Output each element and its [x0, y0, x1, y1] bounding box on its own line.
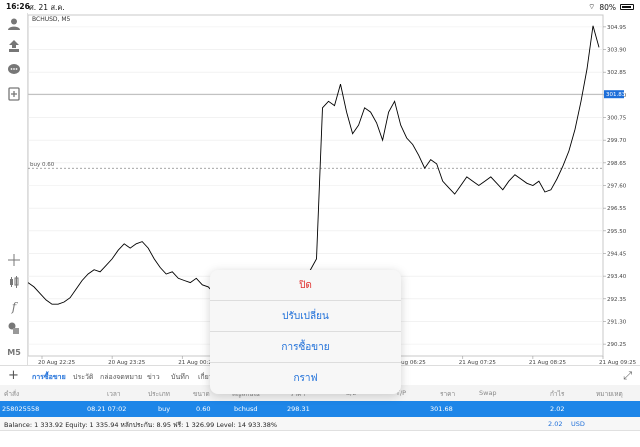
crosshair-icon[interactable]: [6, 253, 22, 269]
y-tick-label: 303.90: [607, 48, 627, 54]
buy-level-label: buy 0.60: [30, 162, 55, 168]
balance-summary: Balance: 1 333.92 Equity: 1 335.94 หลักป…: [4, 421, 278, 429]
user-icon[interactable]: [6, 17, 22, 33]
status-right: ⌔ 80%: [588, 2, 634, 12]
y-tick-label: 304.95: [607, 25, 627, 31]
col-profit: กำไร: [550, 390, 565, 398]
trade-icon[interactable]: [6, 39, 22, 55]
wifi-icon: ⌔: [588, 2, 596, 11]
col-time: เวลา: [107, 390, 121, 398]
battery-icon: [620, 4, 634, 10]
y-tick-label: 298.65: [607, 161, 627, 167]
order-action-popover: ปิด ปรับเปลี่ยน การซื้อขาย กราฟ: [210, 270, 401, 394]
tab-journal[interactable]: บันทึก: [171, 372, 189, 383]
col-order: คำสั่ง: [4, 390, 20, 398]
battery-text: 80%: [599, 2, 616, 12]
timeframe-button[interactable]: M5: [6, 345, 22, 361]
balance-bar: Balance: 1 333.92 Equity: 1 335.94 หลักป…: [0, 417, 640, 431]
modify-order-button[interactable]: ปรับเปลี่ยน: [210, 301, 401, 332]
left-toolbar: f M5: [0, 13, 28, 365]
candles-icon[interactable]: [6, 275, 22, 291]
chat-icon[interactable]: [6, 63, 22, 79]
shapes-icon[interactable]: [6, 321, 22, 337]
tab-news[interactable]: ข่าว: [147, 372, 160, 383]
table-row[interactable]: 258025558 08.21 07:02 buy 0.60 bchusd 29…: [0, 401, 640, 417]
price-series-line: [27, 25, 600, 305]
y-tick-label: 297.60: [607, 184, 627, 190]
y-tick-label: 300.75: [607, 116, 627, 122]
status-time: 16:26: [6, 2, 30, 11]
trade-button[interactable]: การซื้อขาย: [210, 332, 401, 363]
current-price-label: 301.83: [606, 92, 626, 98]
total-profit: 2.02: [548, 420, 563, 428]
col-current-price: ราคา: [440, 390, 456, 398]
y-tick-label: 299.70: [607, 138, 627, 144]
cell-order: 258025558: [2, 405, 40, 413]
cell-type: buy: [158, 405, 171, 413]
y-tick-label: 295.50: [607, 229, 627, 235]
col-type: ประเภท: [148, 390, 170, 398]
function-icon[interactable]: f: [6, 299, 22, 315]
tab-trade[interactable]: การซื้อขาย: [32, 372, 66, 386]
y-tick-label: 302.85: [607, 70, 627, 76]
y-tick-label: 291.30: [607, 319, 627, 325]
cell-symbol: bchusd: [234, 405, 258, 413]
y-tick-label: 294.45: [607, 251, 627, 257]
chart-symbol-label: BCHUSD, M5: [32, 16, 71, 23]
y-tick-label: 296.55: [607, 206, 627, 212]
account-currency: USD: [571, 420, 585, 428]
col-swap: Swap: [479, 389, 497, 397]
y-tick-label: 292.35: [607, 297, 627, 303]
status-bar: 16:26 ศ. 21 ส.ค. ⌔ 80%: [0, 0, 640, 13]
cell-price: 298.31: [287, 405, 310, 413]
cell-profit: 2.02: [550, 405, 565, 413]
col-comment: หมายเหตุ: [596, 390, 623, 398]
y-tick-label: 290.25: [607, 342, 627, 348]
tab-mailbox[interactable]: กล่องจดหมาย: [100, 372, 142, 383]
expand-icon[interactable]: ⤢: [623, 369, 632, 383]
col-volume: ขนาด: [193, 390, 210, 398]
cell-current-price: 301.68: [430, 405, 453, 413]
add-window-icon[interactable]: [6, 87, 22, 103]
y-tick-label: 293.40: [607, 274, 627, 280]
tab-history[interactable]: ประวัติ: [73, 372, 93, 383]
cell-time: 08.21 07:02: [87, 405, 127, 413]
close-order-button[interactable]: ปิด: [210, 270, 401, 301]
add-icon[interactable]: +: [8, 368, 19, 383]
cell-volume: 0.60: [196, 405, 211, 413]
chart-button[interactable]: กราฟ: [210, 363, 401, 394]
